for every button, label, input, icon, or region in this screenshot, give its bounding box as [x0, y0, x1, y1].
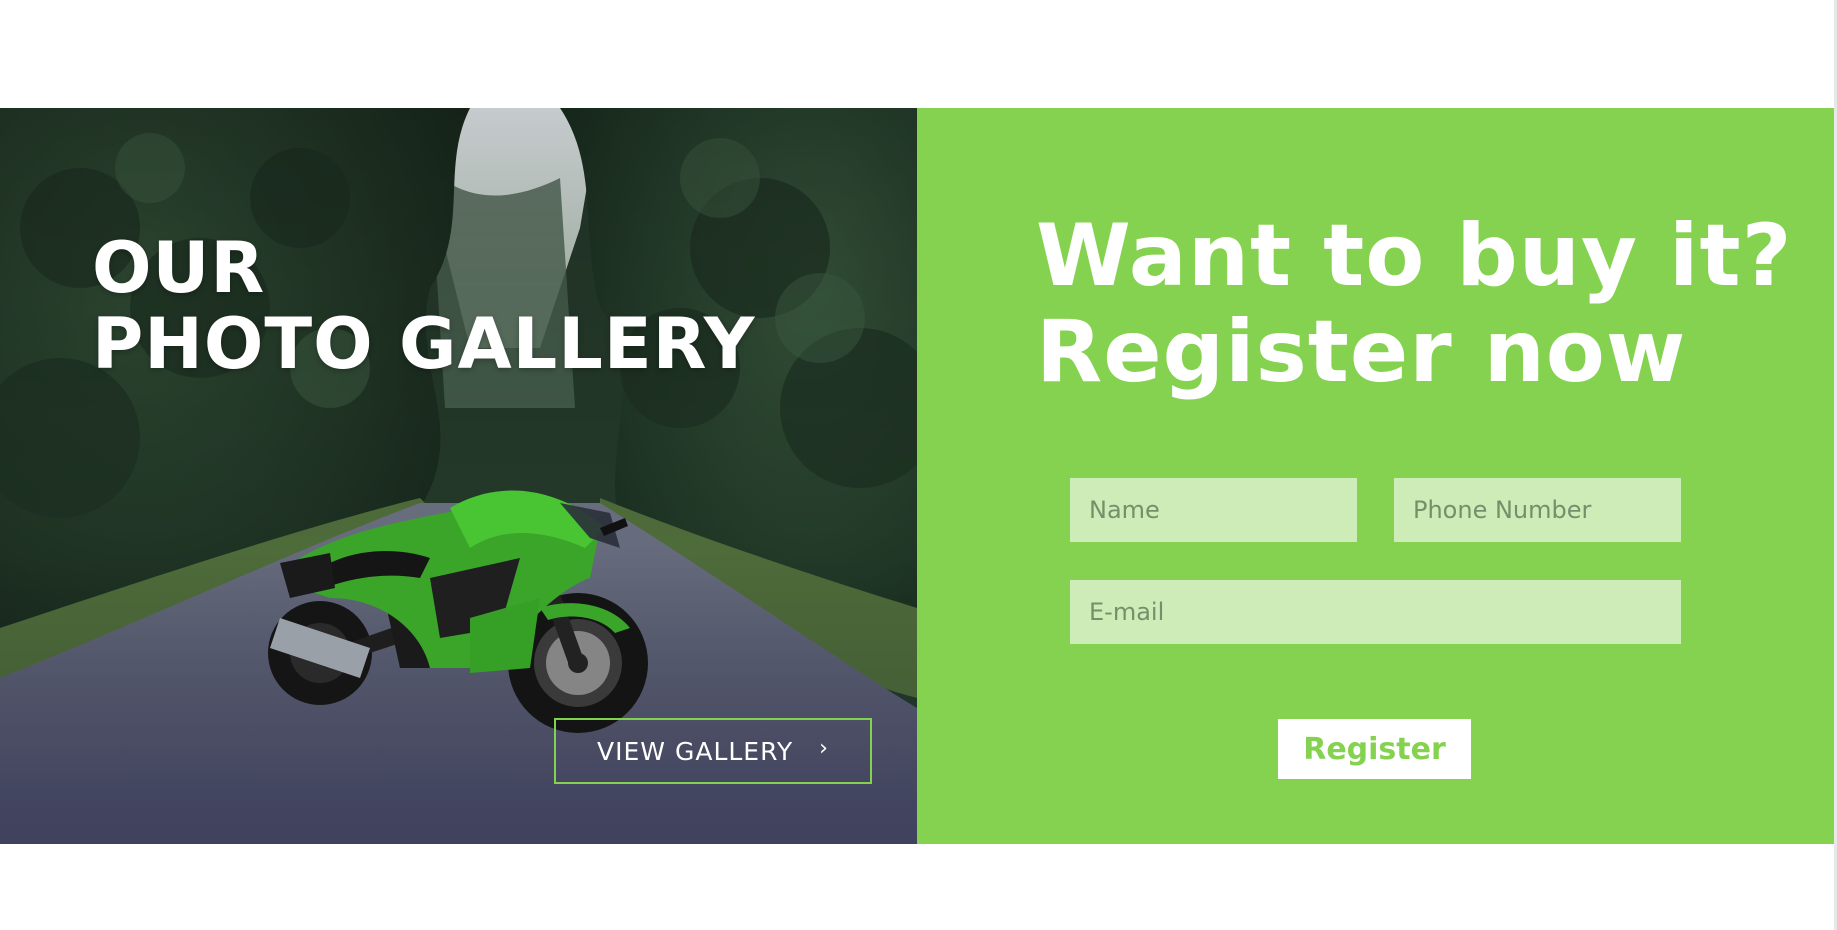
register-heading-line2: Register now — [1036, 302, 1687, 402]
gallery-title: OUR PHOTO GALLERY — [92, 230, 755, 382]
view-gallery-button[interactable]: VIEW GALLERY › — [554, 718, 872, 784]
gallery-title-line2: PHOTO GALLERY — [92, 303, 756, 385]
page: OUR PHOTO GALLERY VIEW GALLERY › Want to… — [0, 0, 1837, 930]
register-heading: Want to buy it? Register now — [1036, 208, 1793, 400]
phone-number-field[interactable] — [1394, 478, 1681, 542]
name-field[interactable] — [1070, 478, 1357, 542]
gallery-title-line1: OUR — [92, 227, 266, 309]
register-section: Want to buy it? Register now Register — [917, 108, 1834, 844]
email-field[interactable] — [1070, 580, 1681, 644]
register-button[interactable]: Register — [1278, 719, 1471, 779]
view-gallery-label: VIEW GALLERY — [597, 736, 794, 766]
register-heading-line1: Want to buy it? — [1036, 206, 1793, 306]
chevron-right-icon: › — [819, 736, 829, 761]
gallery-section: OUR PHOTO GALLERY VIEW GALLERY › — [0, 108, 917, 844]
